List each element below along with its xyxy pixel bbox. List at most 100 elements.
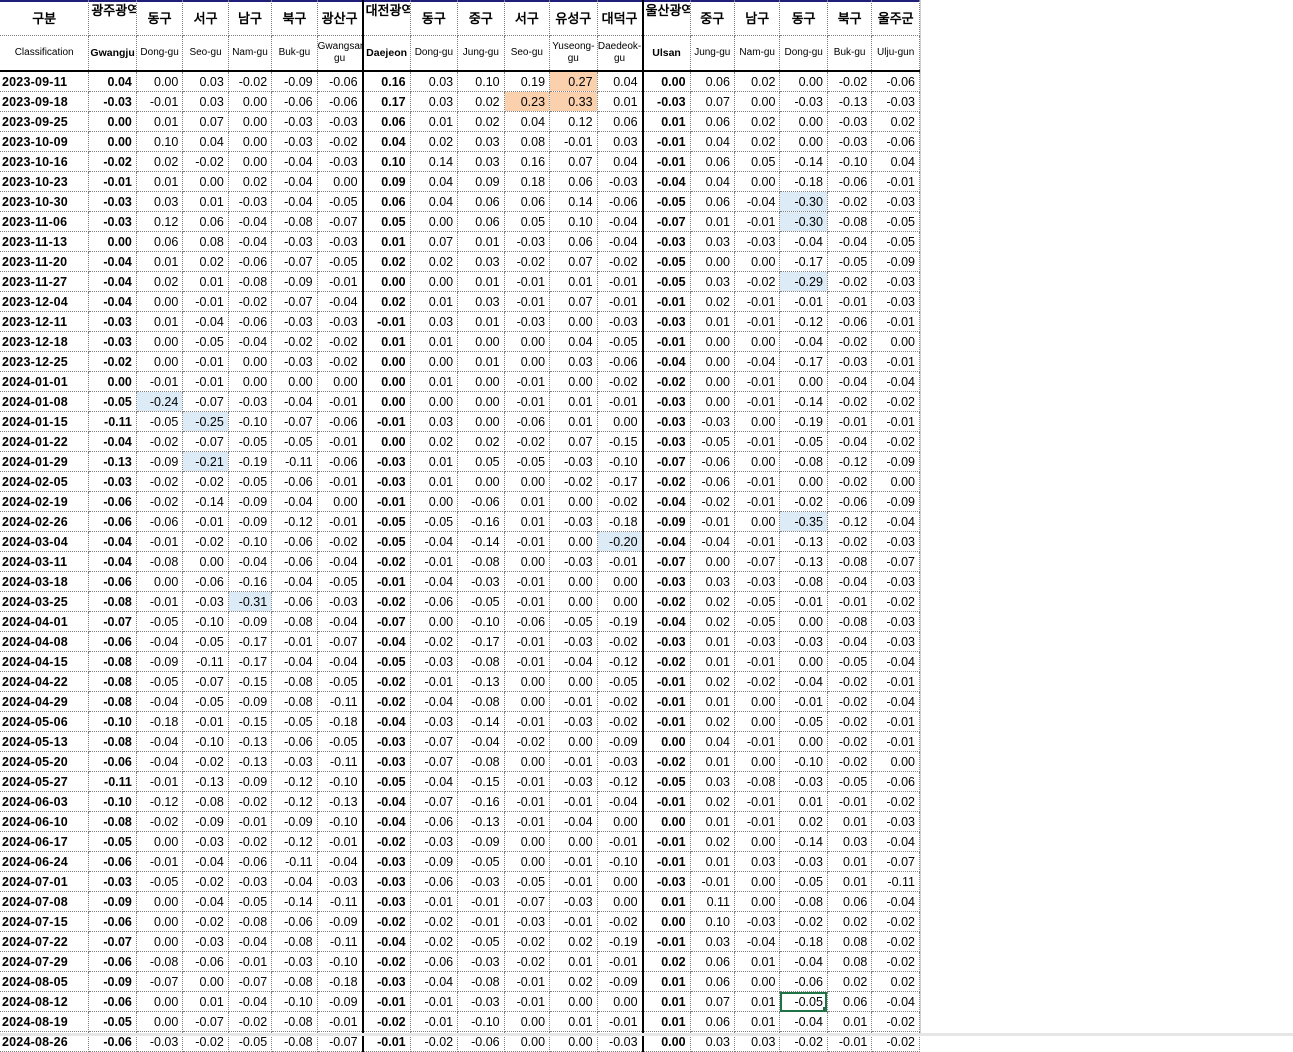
district-value-cell[interactable]: -0.12 (779, 311, 828, 332)
district-value-cell[interactable]: -0.13 (228, 751, 273, 772)
district-value-cell[interactable]: -0.04 (734, 931, 781, 952)
district-value-cell[interactable]: -0.01 (504, 651, 551, 672)
district-value-cell[interactable]: 0.19 (504, 71, 551, 92)
district-value-cell[interactable]: -0.02 (827, 391, 873, 412)
district-value-cell[interactable]: 0.01 (779, 791, 828, 812)
district-value-cell[interactable]: -0.03 (271, 231, 318, 252)
district-value-cell[interactable]: -0.02 (827, 271, 873, 292)
column-header-en[interactable]: Dong-gu (136, 35, 184, 72)
district-value-cell[interactable]: -0.04 (182, 891, 229, 912)
district-value-cell[interactable]: 0.00 (690, 391, 735, 412)
district-value-cell[interactable]: -0.02 (827, 471, 873, 492)
district-value-cell[interactable]: -0.05 (734, 591, 781, 612)
district-value-cell[interactable]: -0.16 (228, 571, 273, 592)
district-value-cell[interactable]: -0.13 (228, 731, 273, 752)
district-value-cell[interactable]: 0.00 (734, 331, 781, 352)
district-value-cell[interactable]: 0.01 (827, 871, 873, 892)
district-value-cell[interactable]: -0.03 (271, 751, 318, 772)
district-value-cell[interactable]: -0.02 (317, 351, 364, 372)
province-value-cell[interactable]: -0.04 (361, 931, 411, 952)
province-value-cell[interactable]: -0.06 (88, 631, 137, 652)
district-value-cell[interactable]: -0.01 (597, 271, 644, 292)
date-cell[interactable]: 2024-06-10 (0, 811, 90, 832)
province-value-cell[interactable]: -0.08 (88, 811, 137, 832)
district-value-cell[interactable]: -0.02 (871, 1011, 920, 1032)
district-value-cell[interactable]: -0.07 (410, 791, 459, 812)
district-value-cell[interactable]: 0.00 (228, 151, 273, 172)
district-value-cell[interactable]: -0.06 (271, 531, 318, 552)
province-value-cell[interactable]: -0.03 (88, 871, 137, 892)
district-value-cell[interactable]: 0.00 (779, 471, 828, 492)
province-value-cell[interactable]: -0.05 (641, 771, 691, 792)
district-value-cell[interactable]: 0.01 (182, 271, 229, 292)
column-header-ko[interactable]: 울산광역 (641, 0, 691, 36)
district-value-cell[interactable]: -0.04 (410, 691, 459, 712)
date-cell[interactable]: 2024-07-01 (0, 871, 90, 892)
province-value-cell[interactable]: -0.05 (88, 391, 137, 412)
district-value-cell[interactable]: 0.01 (549, 1011, 598, 1032)
district-value-cell[interactable]: -0.03 (779, 631, 828, 652)
column-header-ko[interactable]: 유성구 (549, 0, 598, 36)
district-value-cell[interactable]: -0.12 (271, 791, 318, 812)
district-value-cell[interactable]: 0.06 (549, 231, 598, 252)
district-value-cell[interactable]: 0.00 (410, 211, 459, 232)
district-value-cell[interactable]: -0.04 (871, 991, 920, 1012)
district-value-cell[interactable]: 0.01 (690, 691, 735, 712)
district-value-cell[interactable]: -0.06 (317, 91, 364, 112)
district-value-cell[interactable]: -0.16 (457, 791, 505, 812)
province-value-cell[interactable]: -0.06 (88, 511, 137, 532)
district-value-cell[interactable]: 0.00 (504, 351, 551, 372)
province-value-cell[interactable]: 0.06 (361, 191, 411, 212)
district-value-cell[interactable]: -0.01 (779, 591, 828, 612)
district-value-cell[interactable]: -0.03 (317, 871, 364, 892)
column-header-ko[interactable]: 북구 (271, 0, 318, 36)
district-value-cell[interactable]: 0.06 (457, 191, 505, 212)
province-value-cell[interactable]: -0.03 (361, 871, 411, 892)
column-header-en[interactable]: Gwangsan-gu (317, 35, 364, 72)
date-cell[interactable]: 2024-07-15 (0, 911, 90, 932)
district-value-cell[interactable]: 0.04 (182, 131, 229, 152)
district-value-cell[interactable]: 0.01 (734, 1011, 781, 1032)
province-value-cell[interactable]: -0.07 (641, 211, 691, 232)
district-value-cell[interactable]: 0.07 (549, 291, 598, 312)
province-value-cell[interactable]: 0.00 (361, 271, 411, 292)
district-value-cell[interactable]: -0.04 (182, 851, 229, 872)
district-value-cell[interactable]: 0.01 (457, 271, 505, 292)
district-value-cell[interactable]: -0.16 (457, 511, 505, 532)
district-value-cell[interactable]: 0.00 (734, 891, 781, 912)
province-value-cell[interactable]: -0.01 (641, 791, 691, 812)
district-value-cell[interactable]: 0.06 (597, 111, 644, 132)
district-value-cell[interactable]: 0.00 (734, 171, 781, 192)
district-value-cell[interactable]: -0.01 (504, 291, 551, 312)
district-value-cell[interactable]: -0.04 (779, 331, 828, 352)
district-value-cell[interactable]: -0.05 (827, 251, 873, 272)
district-value-cell[interactable]: -0.08 (271, 1011, 318, 1032)
district-value-cell[interactable]: -0.13 (779, 551, 828, 572)
district-value-cell[interactable]: -0.05 (779, 431, 828, 452)
district-value-cell[interactable]: -0.06 (228, 851, 273, 872)
province-value-cell[interactable]: -0.03 (88, 311, 137, 332)
district-value-cell[interactable]: -0.01 (827, 591, 873, 612)
district-value-cell[interactable]: -0.04 (871, 891, 920, 912)
district-value-cell[interactable]: 0.27 (549, 71, 598, 92)
district-value-cell[interactable]: 0.18 (504, 171, 551, 192)
district-value-cell[interactable]: 0.00 (871, 751, 920, 772)
district-value-cell[interactable]: -0.01 (871, 671, 920, 692)
district-value-cell[interactable]: -0.01 (597, 1011, 644, 1032)
district-value-cell[interactable]: -0.01 (549, 131, 598, 152)
province-value-cell[interactable]: 0.00 (361, 431, 411, 452)
district-value-cell[interactable]: -0.02 (182, 911, 229, 932)
district-value-cell[interactable]: -0.01 (549, 751, 598, 772)
province-value-cell[interactable]: -0.03 (88, 91, 137, 112)
district-value-cell[interactable]: -0.06 (827, 311, 873, 332)
district-value-cell[interactable]: -0.04 (271, 571, 318, 592)
column-header-en[interactable]: Daejeon (361, 35, 411, 72)
column-header-en[interactable]: Buk-gu (827, 35, 873, 72)
province-value-cell[interactable]: -0.04 (641, 491, 691, 512)
district-value-cell[interactable]: -0.12 (597, 651, 644, 672)
district-value-cell[interactable]: -0.08 (457, 651, 505, 672)
district-value-cell[interactable]: 0.00 (136, 71, 184, 92)
date-cell[interactable]: 2024-01-29 (0, 451, 90, 472)
district-value-cell[interactable]: 0.00 (779, 371, 828, 392)
district-value-cell[interactable]: -0.05 (136, 871, 184, 892)
